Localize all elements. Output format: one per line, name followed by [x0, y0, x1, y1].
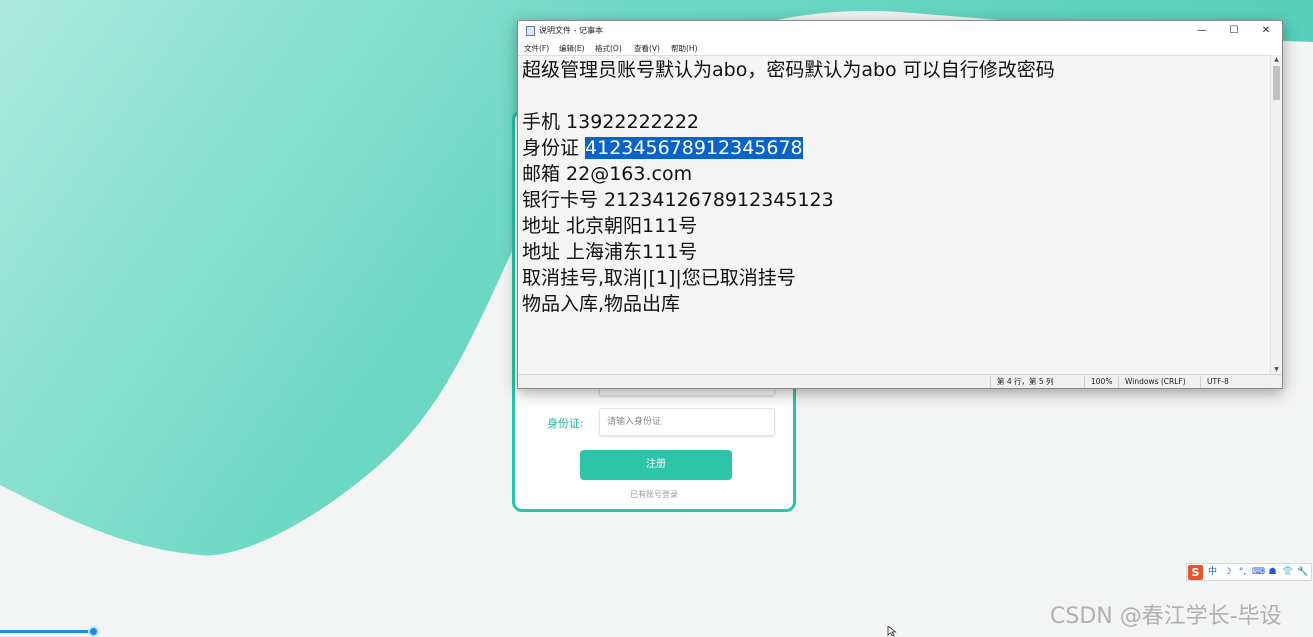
- minimize-button[interactable]: —: [1186, 21, 1218, 41]
- status-zoom: 100%: [1084, 376, 1112, 388]
- text-editor[interactable]: 超级管理员账号默认为abo，密码默认为abo 可以自行修改密码 手机 13922…: [518, 55, 1272, 375]
- id-card-row: 身份证:: [515, 408, 793, 438]
- ime-moon-icon[interactable]: ☽: [1222, 565, 1233, 580]
- notepad-window: 说明文件 - 记事本 — ☐ ✕ 文件(F) 编辑(E) 格式(O) 查看(V)…: [517, 20, 1283, 389]
- maximize-button[interactable]: ☐: [1218, 21, 1250, 41]
- menu-bar: 文件(F) 编辑(E) 格式(O) 查看(V) 帮助(H): [518, 41, 1282, 55]
- scroll-up-icon[interactable]: ▲: [1271, 55, 1282, 65]
- text-line: 地址 北京朝阳111号: [522, 215, 698, 237]
- text-line: 物品入库,物品出库: [522, 293, 681, 315]
- login-link[interactable]: 已有账号登录: [515, 489, 793, 500]
- text-line: 超级管理员账号默认为abo，密码默认为abo 可以自行修改密码: [522, 59, 1055, 81]
- menu-edit[interactable]: 编辑(E): [559, 43, 585, 54]
- notepad-titlebar[interactable]: 说明文件 - 记事本 — ☐ ✕: [518, 21, 1282, 41]
- id-card-input[interactable]: [599, 408, 775, 436]
- scroll-thumb[interactable]: [1273, 66, 1280, 100]
- menu-view[interactable]: 查看(V): [634, 43, 660, 54]
- csdn-watermark: CSDN @春江学长-毕设: [1050, 604, 1282, 629]
- menu-file[interactable]: 文件(F): [524, 43, 549, 54]
- status-bar: 第 4 行，第 5 列 100% Windows (CRLF) UTF-8: [518, 374, 1282, 388]
- id-card-label: 身份证:: [547, 417, 584, 430]
- text-line: 手机 13922222222: [522, 111, 700, 133]
- ime-toolbar: S 中 ☽ °, ⌨ ☗ 👕 🔧: [1186, 563, 1312, 581]
- window-title: 说明文件 - 记事本: [539, 26, 603, 35]
- menu-format[interactable]: 格式(O): [595, 43, 622, 54]
- status-encoding: UTF-8: [1200, 376, 1229, 388]
- sogou-logo-icon[interactable]: S: [1188, 565, 1203, 580]
- text-line: 地址 上海浦东111号: [522, 241, 698, 263]
- ime-skin-icon[interactable]: 👕: [1282, 565, 1293, 580]
- playback-progress-bar[interactable]: [0, 630, 95, 633]
- text-line-prefix: 身份证: [522, 137, 586, 159]
- ime-chinese-mode-icon[interactable]: 中: [1207, 565, 1218, 580]
- text-line: 邮箱 22@163.com: [522, 163, 693, 185]
- ime-settings-icon[interactable]: 🔧: [1297, 565, 1308, 580]
- selected-text[interactable]: 412345678912345678: [585, 137, 803, 159]
- status-line-ending: Windows (CRLF): [1118, 376, 1186, 388]
- register-button[interactable]: 注册: [580, 450, 732, 480]
- text-line: 银行卡号 2123412678912345123: [522, 189, 834, 211]
- text-line: 身份证 412345678912345678: [522, 136, 803, 160]
- notepad-icon: [526, 26, 535, 36]
- menu-help[interactable]: 帮助(H): [671, 43, 698, 54]
- ime-keyboard-icon[interactable]: ⌨: [1252, 565, 1265, 580]
- mouse-cursor-icon: [887, 626, 897, 636]
- status-cursor-position: 第 4 行，第 5 列: [990, 376, 1054, 388]
- vertical-scrollbar[interactable]: ▲ ▼: [1270, 55, 1282, 375]
- text-line: 取消挂号,取消|[1]|您已取消挂号: [522, 267, 796, 289]
- playback-progress-knob[interactable]: [88, 626, 99, 637]
- ime-user-icon[interactable]: ☗: [1267, 565, 1278, 580]
- close-button[interactable]: ✕: [1250, 21, 1282, 41]
- ime-punctuation-icon[interactable]: °,: [1237, 565, 1248, 580]
